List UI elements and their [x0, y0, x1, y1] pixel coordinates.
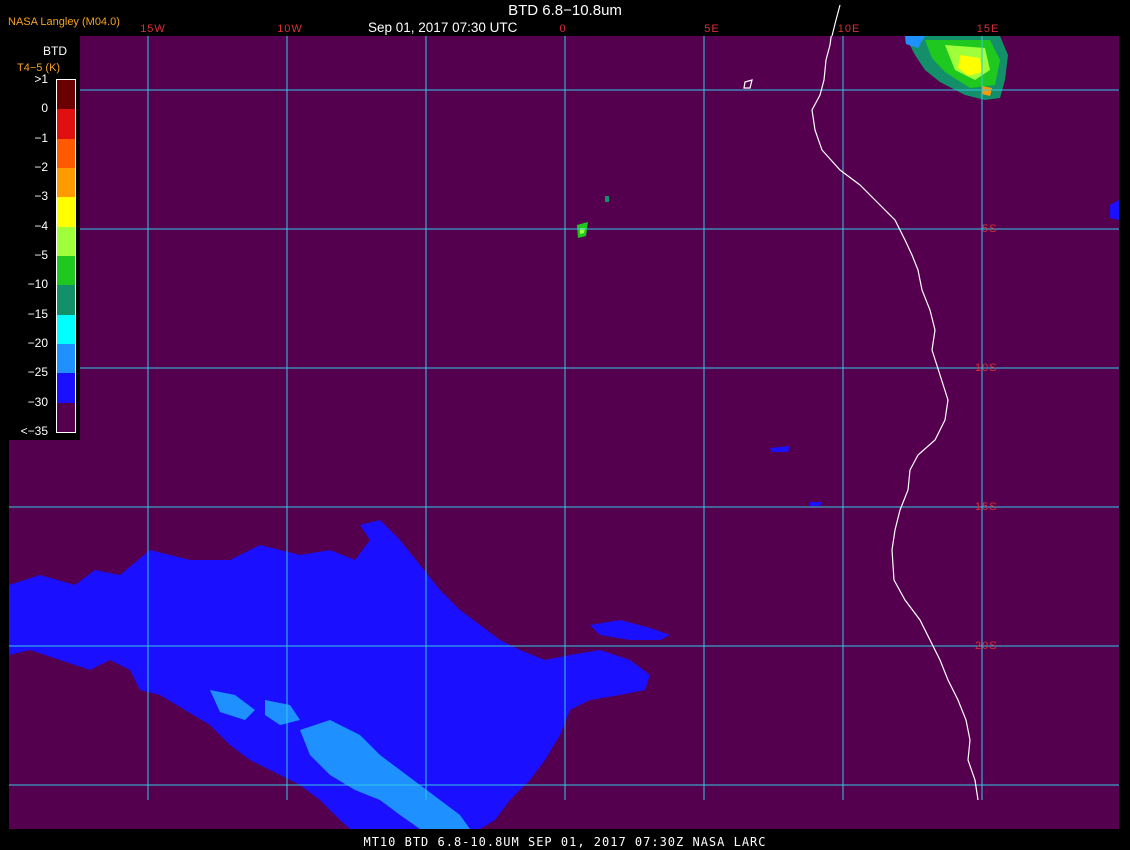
- lon-label-15w: 15W: [140, 23, 166, 35]
- legend-label: −30: [27, 394, 48, 409]
- legend-swatch: [57, 402, 75, 433]
- color-legend: BTD T4−5 (K) >1 0 −1 −2 −3 −4 −5 −10 −15 −20 −25 −3…: [9, 36, 80, 440]
- coastline: [743, 36, 979, 801]
- legend-label: −5: [34, 248, 48, 262]
- lon-label-15e: 15E: [976, 23, 1000, 35]
- legend-label: <−35: [20, 424, 48, 438]
- legend-swatch: [57, 314, 75, 345]
- legend-swatch: [57, 80, 75, 110]
- legend-label: −3: [34, 189, 48, 204]
- product-title: BTD 6.8−10.8um: [508, 2, 622, 19]
- legend-label: >1: [34, 72, 48, 86]
- footer-caption: MT10 BTD 6.8-10.8UM SEP 01, 2017 07:30Z …: [363, 835, 767, 849]
- lon-label-10e: 10E: [837, 23, 861, 35]
- legend-label: −10: [27, 277, 48, 292]
- legend-swatch: [57, 256, 75, 286]
- legend-swatch: [57, 168, 75, 198]
- cloud-field-south: [9, 200, 1119, 829]
- legend-label: −2: [34, 160, 48, 174]
- legend-title: BTD: [43, 44, 67, 58]
- legend-label: −4: [34, 218, 48, 233]
- legend-label: 0: [41, 101, 48, 116]
- lon-label-5e: 5E: [704, 23, 720, 35]
- legend-swatch: [57, 109, 75, 140]
- legend-color-bar: [56, 79, 76, 433]
- legend-label: −15: [27, 306, 48, 321]
- lon-label-10w: 10W: [277, 23, 303, 35]
- legend-swatch: [57, 197, 75, 228]
- lat-label-20s: 20S: [975, 640, 998, 652]
- lon-label-0: 0: [559, 23, 567, 35]
- lat-label-10s: 10S: [975, 362, 998, 374]
- convective-cell-small: [577, 196, 609, 238]
- legend-swatch: [57, 285, 75, 316]
- legend-label: −1: [34, 130, 48, 145]
- legend-swatch: [57, 138, 75, 169]
- datetime-label: Sep 01, 2017 07:30 UTC: [368, 20, 518, 35]
- legend-swatch: [57, 344, 75, 374]
- map-overlay: [9, 4, 1119, 829]
- lat-label-15s: 15S: [975, 501, 998, 513]
- legend-swatch: [57, 373, 75, 404]
- legend-swatch: [57, 226, 75, 257]
- legend-label: −25: [27, 365, 48, 380]
- legend-label: −20: [27, 336, 48, 350]
- lat-label-5s: 5S: [982, 223, 998, 235]
